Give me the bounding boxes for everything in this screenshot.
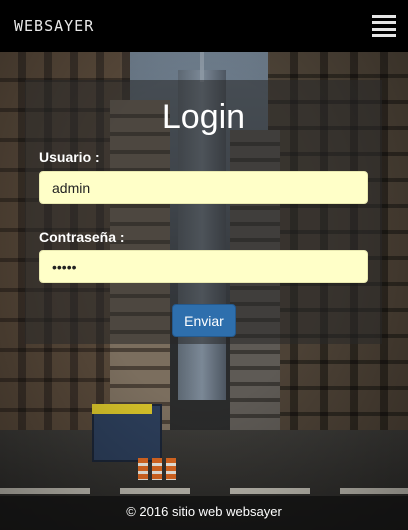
brand-logo-text[interactable]: WEBSAYER (14, 17, 94, 35)
menu-icon-bar (372, 27, 396, 31)
login-panel: Login Usuario : Contraseña : Enviar (25, 80, 382, 344)
username-input[interactable] (39, 171, 368, 204)
top-navbar: WEBSAYER (0, 0, 408, 52)
menu-icon-bar (372, 21, 396, 25)
hamburger-menu-icon[interactable] (372, 15, 396, 37)
footer-copyright: © 2016 sitio web websayer (126, 504, 282, 519)
username-label: Usuario : (39, 149, 100, 165)
footer: © 2016 sitio web websayer (0, 496, 408, 530)
submit-button[interactable]: Enviar (172, 304, 236, 337)
password-label: Contraseña : (39, 229, 125, 245)
password-input[interactable] (39, 250, 368, 283)
menu-icon-bar (372, 15, 396, 18)
menu-icon-bar (372, 33, 396, 37)
login-title: Login (161, 98, 246, 136)
